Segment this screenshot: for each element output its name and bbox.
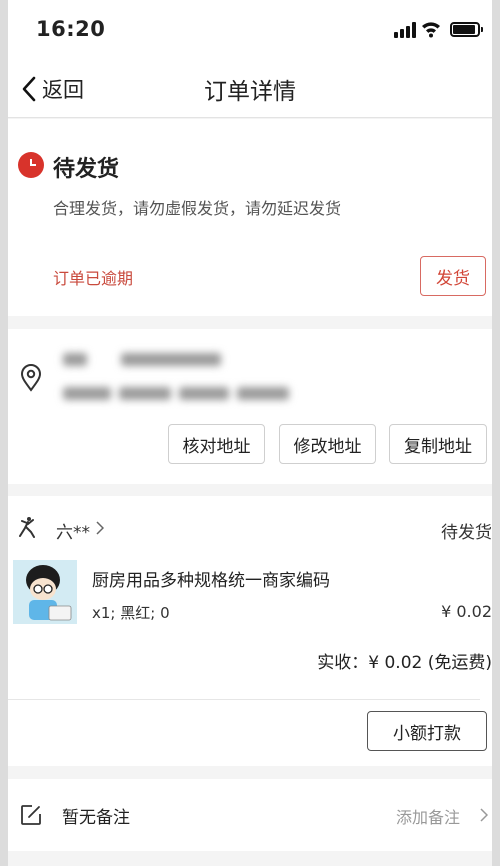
small-payment-button[interactable]: 小额打款 — [367, 711, 487, 751]
verify-address-button[interactable]: 核对地址 — [168, 424, 265, 464]
product-spec: x1; 黑红; 0 — [92, 604, 170, 622]
edit-address-button[interactable]: 修改地址 — [279, 424, 376, 464]
order-state-title: 待发货 — [53, 157, 120, 182]
recipient-address-blurred — [63, 383, 293, 403]
page-title: 订单详情 — [204, 79, 296, 105]
divider — [8, 699, 480, 700]
order-status-label: 待发货 — [441, 523, 492, 543]
order-total: 实收：¥ 0.02 (免运费) — [317, 653, 492, 673]
left-edge — [0, 0, 8, 866]
right-edge — [492, 0, 500, 866]
jordan-logo-icon — [19, 517, 35, 538]
product-thumbnail[interactable] — [13, 560, 77, 624]
signal-icon — [394, 22, 416, 38]
edit-note-icon — [21, 805, 41, 825]
clock-icon — [18, 152, 44, 178]
phone-screen: 16:20 返回 订单详情 待发货 合理发货，请勿虚假发货，请勿延迟发货 订单已… — [8, 0, 492, 866]
buyer-name[interactable]: 六** — [56, 518, 90, 543]
location-pin-icon — [20, 364, 42, 392]
chevron-right-icon — [480, 808, 488, 822]
add-remark-link[interactable]: 添加备注 — [396, 804, 460, 828]
product-price: ¥ 0.02 — [441, 602, 492, 621]
wifi-icon — [422, 22, 440, 38]
remark-row[interactable]: 暂无备注 添加备注 — [8, 779, 492, 851]
overdue-warning: 订单已逾期 — [53, 269, 134, 288]
remark-text: 暂无备注 — [62, 808, 130, 828]
product-card: 六** 待发货 厨房用品多种规格统一商家编码 x1; 黑红; 0 ¥ 0.02 … — [8, 496, 492, 766]
nav-bar: 返回 订单详情 — [8, 58, 492, 118]
order-state-subtitle: 合理发货，请勿虚假发货，请勿延迟发货 — [53, 199, 342, 218]
battery-icon — [450, 22, 483, 37]
order-status-card: 待发货 合理发货，请勿虚假发货，请勿延迟发货 订单已逾期 发货 — [8, 119, 492, 316]
chevron-right-icon — [96, 521, 104, 535]
status-time: 16:20 — [36, 17, 106, 41]
ship-button[interactable]: 发货 — [420, 256, 486, 296]
copy-address-button[interactable]: 复制地址 — [389, 424, 487, 464]
product-name[interactable]: 厨房用品多种规格统一商家编码 — [92, 566, 330, 591]
address-card: 核对地址 修改地址 复制地址 — [8, 329, 492, 484]
recipient-name-blurred — [63, 349, 223, 369]
status-bar: 16:20 — [8, 0, 492, 58]
